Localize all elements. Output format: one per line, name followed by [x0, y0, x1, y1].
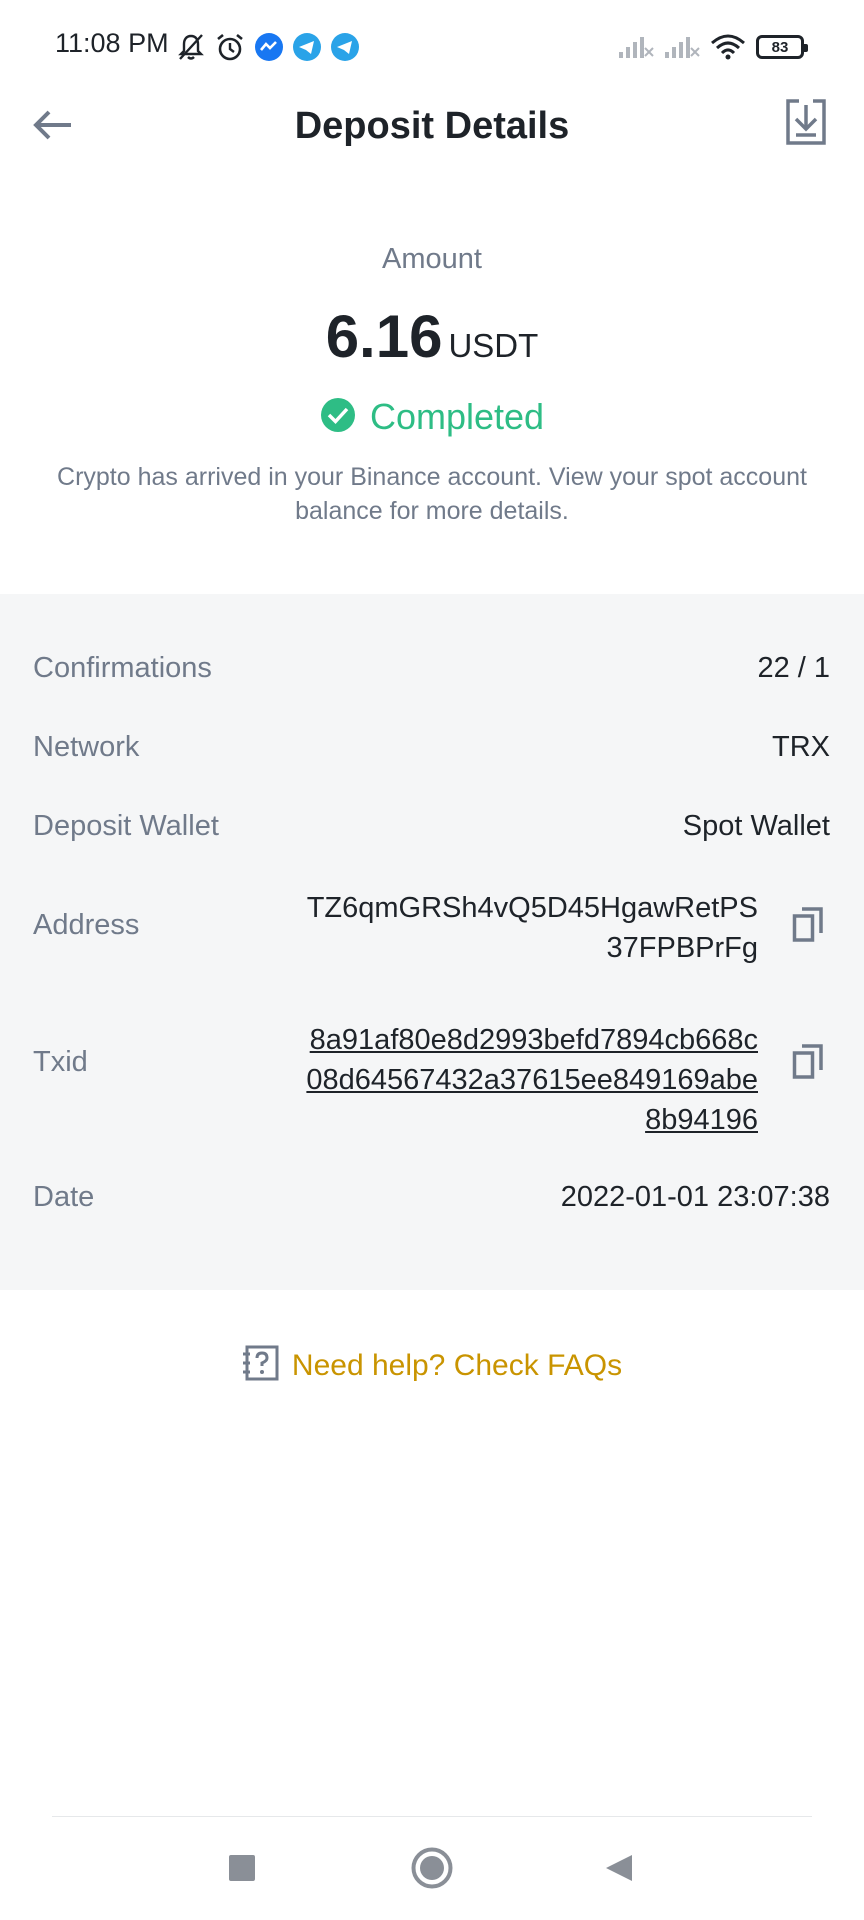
signal-icon	[664, 34, 700, 60]
recent-apps-icon	[228, 1854, 256, 1887]
copy-icon	[792, 1042, 824, 1085]
txid-link[interactable]: 8a91af80e8d2993befd7894cb668c08d64567432…	[306, 1024, 758, 1136]
telegram-icon	[292, 32, 322, 62]
home-button[interactable]	[410, 1847, 454, 1894]
faq-link-text: Need help? Check FAQs	[291, 1348, 623, 1382]
info-text: Crypto has arrived in your Binance accou…	[57, 463, 807, 525]
amount-row: 6.16 USDT	[0, 302, 864, 371]
status-icons-left	[176, 30, 360, 64]
header: Deposit Details	[0, 96, 864, 186]
deposit-wallet-value: Spot Wallet	[682, 810, 830, 842]
download-button[interactable]	[778, 96, 834, 152]
date-value: 2022-01-01 23:07:38	[560, 1181, 830, 1213]
network-value: TRX	[772, 731, 830, 763]
deposit-status: Completed	[0, 396, 864, 438]
status-bar: 11:08 PM 83	[0, 0, 864, 96]
faq-icon	[242, 1344, 280, 1387]
amount-unit: USDT	[448, 327, 539, 364]
amount-value: 6.16	[325, 303, 443, 370]
faq-link[interactable]: Need help? Check FAQs	[0, 1344, 864, 1387]
page-title: Deposit Details	[294, 105, 570, 147]
deposit-wallet-label: Deposit Wallet	[33, 810, 219, 842]
status-text: Completed	[369, 396, 545, 437]
txid-value: 8a91af80e8d2993befd7894cb668c08d64567432…	[298, 1020, 758, 1140]
address-label: Address	[33, 909, 140, 941]
home-icon	[411, 1847, 453, 1894]
copy-icon	[792, 905, 824, 948]
system-nav-bar	[0, 1840, 864, 1900]
confirmations-label: Confirmations	[33, 652, 212, 684]
address-value: TZ6qmGRSh4vQ5D45HgawRetPS37FPBPrFg	[306, 892, 758, 964]
copy-txid-button[interactable]	[788, 1041, 828, 1085]
alarm-icon	[214, 31, 246, 63]
copy-address-button[interactable]	[788, 904, 828, 948]
download-icon	[785, 98, 827, 151]
status-icons-right: 83	[618, 30, 808, 64]
bell-off-icon	[176, 32, 206, 62]
system-back-button[interactable]	[597, 1848, 641, 1892]
nav-divider	[52, 1816, 812, 1817]
messenger-icon	[254, 32, 284, 62]
txid-label: Txid	[33, 1046, 88, 1078]
telegram-icon	[330, 32, 360, 62]
details-panel: Confirmations 22 / 1 Network TRX Deposit…	[0, 594, 864, 1290]
network-label: Network	[33, 731, 140, 763]
recent-apps-button[interactable]	[220, 1848, 264, 1892]
amount-label: Amount	[382, 243, 482, 275]
signal-icon	[618, 34, 654, 60]
back-icon	[604, 1853, 634, 1888]
confirmations-value: 22 / 1	[757, 652, 830, 684]
check-circle-icon	[320, 397, 356, 438]
wifi-icon	[710, 33, 746, 61]
battery-icon: 83	[756, 35, 808, 59]
status-time: 11:08 PM	[55, 28, 169, 58]
date-label: Date	[33, 1181, 95, 1213]
